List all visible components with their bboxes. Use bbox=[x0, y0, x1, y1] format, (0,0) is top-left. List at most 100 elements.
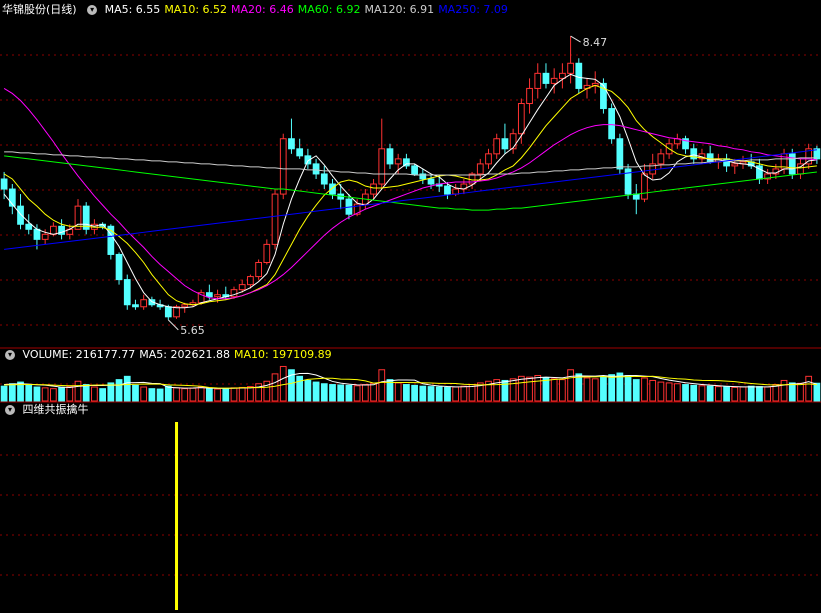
ma10-line bbox=[3, 84, 817, 306]
volume-bar bbox=[632, 379, 640, 402]
candle-body bbox=[140, 299, 148, 308]
volume-bar bbox=[140, 386, 148, 402]
volume-bar bbox=[427, 386, 435, 402]
volume-bar bbox=[608, 374, 616, 402]
candle-body bbox=[485, 153, 492, 165]
volume-bar bbox=[247, 386, 254, 402]
candle-body bbox=[567, 62, 574, 74]
volume-bar bbox=[91, 386, 98, 402]
candle-body bbox=[386, 148, 394, 165]
candle-body bbox=[271, 193, 279, 245]
volume-bar bbox=[682, 384, 689, 402]
volume-bar bbox=[222, 388, 230, 402]
candle-body bbox=[181, 304, 189, 308]
candle-body bbox=[255, 261, 262, 278]
candle-body bbox=[526, 87, 533, 105]
candle-body bbox=[288, 138, 295, 150]
volume-bar bbox=[353, 385, 361, 402]
volume-bar bbox=[780, 379, 788, 402]
candle-body bbox=[238, 284, 246, 291]
volume-bar bbox=[0, 385, 8, 402]
annotation-pointer bbox=[570, 35, 581, 43]
volume-bar bbox=[123, 375, 131, 402]
volume-bar bbox=[583, 377, 591, 402]
volume-bar bbox=[649, 379, 657, 402]
volume-bar bbox=[526, 376, 533, 402]
candle-body bbox=[370, 183, 377, 195]
candle-body bbox=[132, 304, 139, 308]
volume-bar bbox=[378, 369, 386, 402]
volume-bar bbox=[214, 388, 221, 402]
volume-bar bbox=[230, 387, 238, 402]
candle-body bbox=[509, 133, 517, 150]
volume-bar bbox=[164, 385, 172, 402]
candle-body bbox=[493, 138, 501, 155]
volume-bar bbox=[657, 381, 665, 402]
candle-body bbox=[731, 163, 739, 167]
volume-bar bbox=[82, 384, 90, 402]
volume-bar bbox=[173, 387, 180, 402]
volume-bar bbox=[460, 385, 468, 402]
candle-body bbox=[394, 158, 402, 165]
candle-body bbox=[123, 279, 131, 306]
candle-body bbox=[501, 138, 509, 150]
volume-bar bbox=[756, 386, 763, 402]
annotation-label: 5.65 bbox=[180, 324, 205, 337]
candle-body bbox=[33, 228, 41, 240]
candle-body bbox=[632, 193, 640, 200]
candle-body bbox=[25, 223, 33, 230]
volume-bar bbox=[238, 386, 246, 402]
candle-body bbox=[476, 163, 484, 175]
volume-bar bbox=[279, 365, 287, 402]
volume-bar bbox=[58, 386, 65, 402]
signal-bar bbox=[175, 422, 179, 610]
volume-bar bbox=[115, 379, 123, 402]
volume-bar bbox=[575, 373, 583, 402]
volume-bar bbox=[132, 384, 139, 402]
volume-bar bbox=[567, 369, 574, 402]
candle-body bbox=[444, 185, 451, 195]
ma250-line bbox=[4, 149, 817, 250]
candle-body bbox=[296, 148, 304, 157]
volume-bar bbox=[181, 388, 189, 402]
volume-bar bbox=[813, 382, 821, 402]
chart-canvas: 8.47 5.65 bbox=[0, 35, 821, 610]
volume-bar bbox=[337, 384, 345, 402]
candle-body bbox=[550, 77, 558, 84]
volume-bar bbox=[296, 375, 304, 402]
candle-body bbox=[427, 178, 435, 185]
annotation-label: 8.47 bbox=[583, 36, 608, 49]
candle-body bbox=[329, 183, 336, 195]
volume-bar bbox=[444, 386, 451, 402]
candle-body bbox=[17, 205, 24, 225]
volume-bar bbox=[805, 375, 813, 402]
volume-bar bbox=[361, 384, 369, 402]
volume-bar bbox=[312, 381, 320, 402]
candle-body bbox=[378, 148, 386, 185]
candle-body bbox=[173, 306, 180, 318]
candle-body bbox=[41, 233, 49, 240]
volume-bar bbox=[435, 386, 443, 402]
volume-bar bbox=[534, 375, 542, 402]
volume-bar bbox=[772, 384, 780, 402]
candle-body bbox=[641, 173, 648, 200]
volume-bar bbox=[345, 384, 353, 402]
volume-bar bbox=[304, 379, 312, 402]
volume-bar bbox=[509, 378, 517, 402]
volume-bar bbox=[706, 385, 714, 402]
candle-body bbox=[320, 173, 328, 185]
volume-bar bbox=[698, 385, 706, 402]
candle-body bbox=[263, 243, 271, 263]
candle-body bbox=[49, 225, 57, 235]
candle-body bbox=[214, 294, 221, 298]
volume-bar bbox=[197, 386, 205, 402]
volume-bar bbox=[690, 384, 698, 402]
volume-bar bbox=[673, 383, 681, 402]
candle-body bbox=[706, 153, 714, 163]
candle-body bbox=[452, 188, 460, 195]
volume-bar bbox=[600, 375, 607, 402]
volume-bar bbox=[271, 373, 279, 402]
ma5-line bbox=[3, 73, 817, 309]
volume-bar bbox=[452, 386, 460, 402]
candle-body bbox=[575, 62, 583, 89]
